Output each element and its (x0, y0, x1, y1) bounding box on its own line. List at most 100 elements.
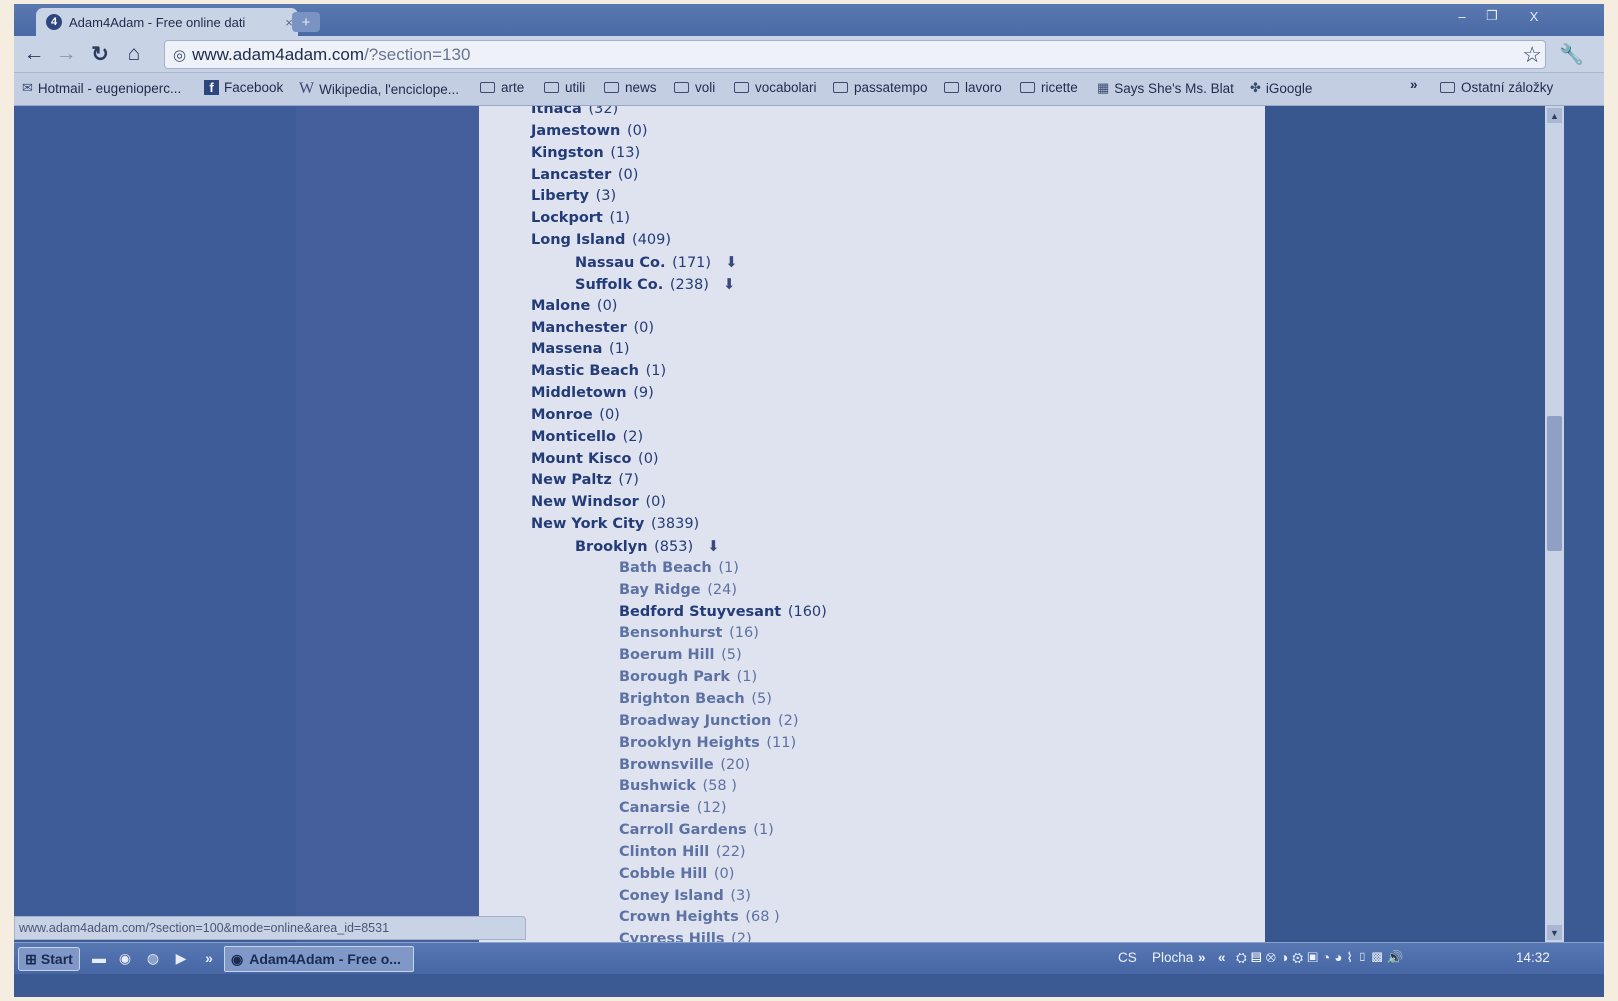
bookmark-folder-arte[interactable]: arte (480, 80, 524, 95)
location-item[interactable]: Long Island (409) (531, 231, 671, 249)
bookmark-folder-vocabolari[interactable]: vocabolari (734, 80, 817, 95)
location-name[interactable]: Liberty (531, 188, 589, 204)
wrench-menu-icon[interactable]: 🔧 (1559, 42, 1584, 67)
location-item[interactable]: Brownsville (20) (619, 756, 750, 774)
location-name[interactable]: Monticello (531, 429, 616, 445)
location-name[interactable]: Brooklyn Heights (619, 735, 760, 751)
location-name[interactable]: Lancaster (531, 167, 611, 183)
bookmark-hotmail[interactable]: ✉ Hotmail - eugenioperc... (22, 80, 181, 96)
quicklaunch-overflow[interactable]: » (200, 949, 218, 967)
location-name[interactable]: Monroe (531, 407, 593, 423)
volume-icon[interactable]: 🔊 (1387, 950, 1408, 965)
bookmark-folder-utili[interactable]: utili (544, 80, 585, 95)
taskbar-window-button[interactable]: ◉ Adam4Adam - Free o... (224, 946, 414, 972)
location-name[interactable]: Crown Heights (619, 909, 739, 925)
wifi-icon[interactable]: ⌇ (1346, 950, 1357, 965)
home-icon[interactable]: ⌂ (122, 42, 146, 66)
location-item[interactable]: Brighton Beach (5) (619, 690, 772, 708)
location-item[interactable]: Brooklyn Heights (11) (619, 734, 796, 752)
location-item[interactable]: Liberty (3) (531, 187, 616, 205)
location-item[interactable]: Monticello (2) (531, 428, 643, 446)
location-name[interactable]: Bushwick (619, 778, 696, 794)
location-name[interactable]: Ithaca (531, 106, 582, 117)
bookmark-folder-lavoro[interactable]: lavoro (944, 80, 1002, 95)
bookmark-igoogle[interactable]: ✤ iGoogle (1250, 80, 1312, 96)
tools-icon[interactable]: ⚙ (1292, 950, 1307, 965)
location-name[interactable]: Malone (531, 298, 590, 314)
show-desktop-icon[interactable]: ▬ (90, 949, 108, 967)
location-item[interactable]: Borough Park (1) (619, 668, 757, 686)
location-name[interactable]: Canarsie (619, 800, 690, 816)
location-name[interactable]: Massena (531, 341, 602, 357)
location-item[interactable]: Monroe (0) (531, 406, 620, 424)
location-item[interactable]: Crown Heights (68 ) (619, 908, 780, 926)
bookmarks-overflow-button[interactable]: » (1410, 77, 1418, 92)
display-icon[interactable]: ▩ (1372, 950, 1387, 965)
start-button[interactable]: ⊞ Start (18, 947, 80, 971)
page-info-icon[interactable]: ◎ (173, 46, 186, 64)
location-name[interactable]: Suffolk Co. (575, 277, 663, 293)
desktop-toolbar[interactable]: Plocha (1152, 950, 1193, 965)
printer-icon[interactable]: ▤ (1251, 950, 1266, 965)
scrollbar-thumb[interactable] (1547, 416, 1562, 551)
location-item[interactable]: Cobble Hill (0) (619, 865, 734, 883)
vertical-scrollbar[interactable]: ▲ ▼ (1545, 106, 1564, 942)
location-name[interactable]: Bay Ridge (619, 582, 701, 598)
location-name[interactable]: Long Island (531, 232, 625, 248)
other-bookmarks-folder[interactable]: Ostatní záložky (1440, 80, 1553, 95)
location-item[interactable]: Malone (0) (531, 297, 617, 315)
expand-arrow-icon[interactable]: ⬇ (723, 275, 736, 293)
antivirus-icon[interactable]: ◕ (1334, 950, 1346, 965)
location-name[interactable]: Lockport (531, 210, 603, 226)
minimize-button[interactable]: – (1448, 6, 1476, 26)
reload-icon[interactable]: ↻ (88, 42, 112, 66)
location-item[interactable]: Brooklyn (853) ⬇ (575, 537, 720, 556)
close-window-button[interactable]: X (1520, 6, 1548, 26)
browser-tab[interactable]: 4 Adam4Adam - Free online dati × (36, 8, 298, 36)
usb-icon[interactable]: ▯ (1357, 950, 1372, 965)
tray-collapse-button[interactable]: « (1218, 950, 1226, 965)
location-name[interactable]: Mount Kisco (531, 451, 631, 467)
location-item[interactable]: Bath Beach (1) (619, 559, 739, 577)
location-name[interactable]: Jamestown (531, 123, 620, 139)
location-name[interactable]: Borough Park (619, 669, 730, 685)
location-item[interactable]: Kingston (13) (531, 144, 640, 162)
security-icon[interactable]: ⊗ (1266, 950, 1281, 965)
tray-icons[interactable]: ⛭▤⊗◑⚙▣◔◕⌇▯▩🔊 (1236, 950, 1407, 966)
location-item[interactable]: Ithaca (32) (531, 106, 618, 118)
back-arrow-icon[interactable]: ← (22, 42, 46, 66)
language-indicator[interactable]: CS (1118, 950, 1137, 965)
location-name[interactable]: Brighton Beach (619, 691, 745, 707)
location-item[interactable]: Boerum Hill (5) (619, 646, 742, 664)
location-name[interactable]: New Paltz (531, 472, 612, 488)
desktop-toolbar-overflow[interactable]: » (1198, 950, 1206, 965)
expand-arrow-icon[interactable]: ⬇ (725, 253, 738, 271)
scroll-up-arrow-icon[interactable]: ▲ (1547, 108, 1562, 123)
location-name[interactable]: Bath Beach (619, 560, 712, 576)
bookmark-folder-passatempo[interactable]: passatempo (833, 80, 928, 95)
location-name[interactable]: Cobble Hill (619, 866, 707, 882)
location-item[interactable]: Bensonhurst (16) (619, 624, 759, 642)
location-item[interactable]: Cypress Hills (2) (619, 930, 752, 942)
bookmark-folder-news[interactable]: news (604, 80, 657, 95)
scroll-down-arrow-icon[interactable]: ▼ (1547, 925, 1562, 940)
chrome-quicklaunch-icon[interactable]: ◉ (116, 949, 134, 967)
location-item[interactable]: Broadway Junction (2) (619, 712, 799, 730)
location-item[interactable]: Manchester (0) (531, 319, 654, 337)
location-name[interactable]: Manchester (531, 320, 627, 336)
bookmark-folder-voli[interactable]: voli (674, 80, 715, 95)
sync-icon[interactable]: ◔ (1322, 950, 1334, 965)
bookmark-facebook[interactable]: f Facebook (204, 80, 283, 95)
location-item[interactable]: Carroll Gardens (1) (619, 821, 774, 839)
location-name[interactable]: Cypress Hills (619, 931, 724, 942)
forward-arrow-icon[interactable]: → (54, 42, 78, 66)
location-item[interactable]: New Windsor (0) (531, 493, 666, 511)
media-player-icon[interactable]: ▶ (172, 949, 190, 967)
location-item[interactable]: Bushwick (58 ) (619, 777, 737, 795)
location-name[interactable]: Kingston (531, 145, 604, 161)
location-item[interactable]: New York City (3839) (531, 515, 699, 533)
location-item[interactable]: Clinton Hill (22) (619, 843, 746, 861)
location-name[interactable]: New York City (531, 516, 644, 532)
location-name[interactable]: Bensonhurst (619, 625, 722, 641)
location-item[interactable]: Massena (1) (531, 340, 630, 358)
